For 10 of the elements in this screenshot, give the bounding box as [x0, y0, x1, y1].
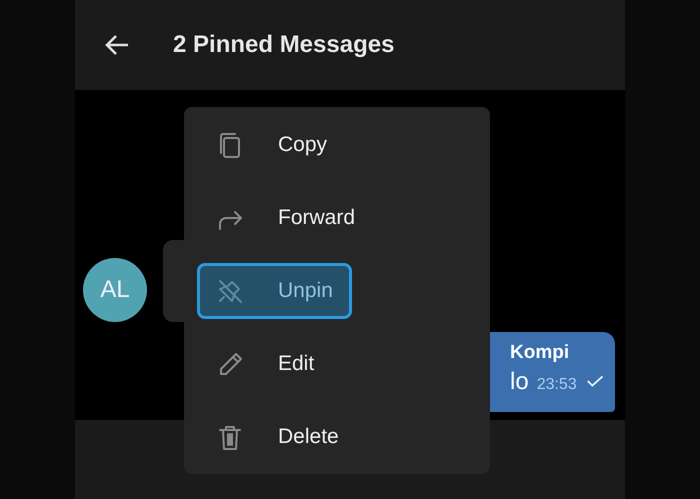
menu-item[interactable]: Edit — [197, 336, 334, 392]
sender-name: Kompi — [510, 342, 570, 364]
message-time: 23:53 — [536, 376, 577, 394]
menu-item[interactable]: Forward — [197, 190, 374, 246]
message-text: lo — [510, 368, 529, 396]
menu-item[interactable]: Copy — [197, 117, 346, 173]
menu-item[interactable]: Unpin — [197, 263, 352, 319]
menu-item[interactable]: Delete — [197, 409, 358, 465]
avatar: AL — [83, 258, 147, 322]
header-title: 2 Pinned Messages — [173, 31, 394, 59]
